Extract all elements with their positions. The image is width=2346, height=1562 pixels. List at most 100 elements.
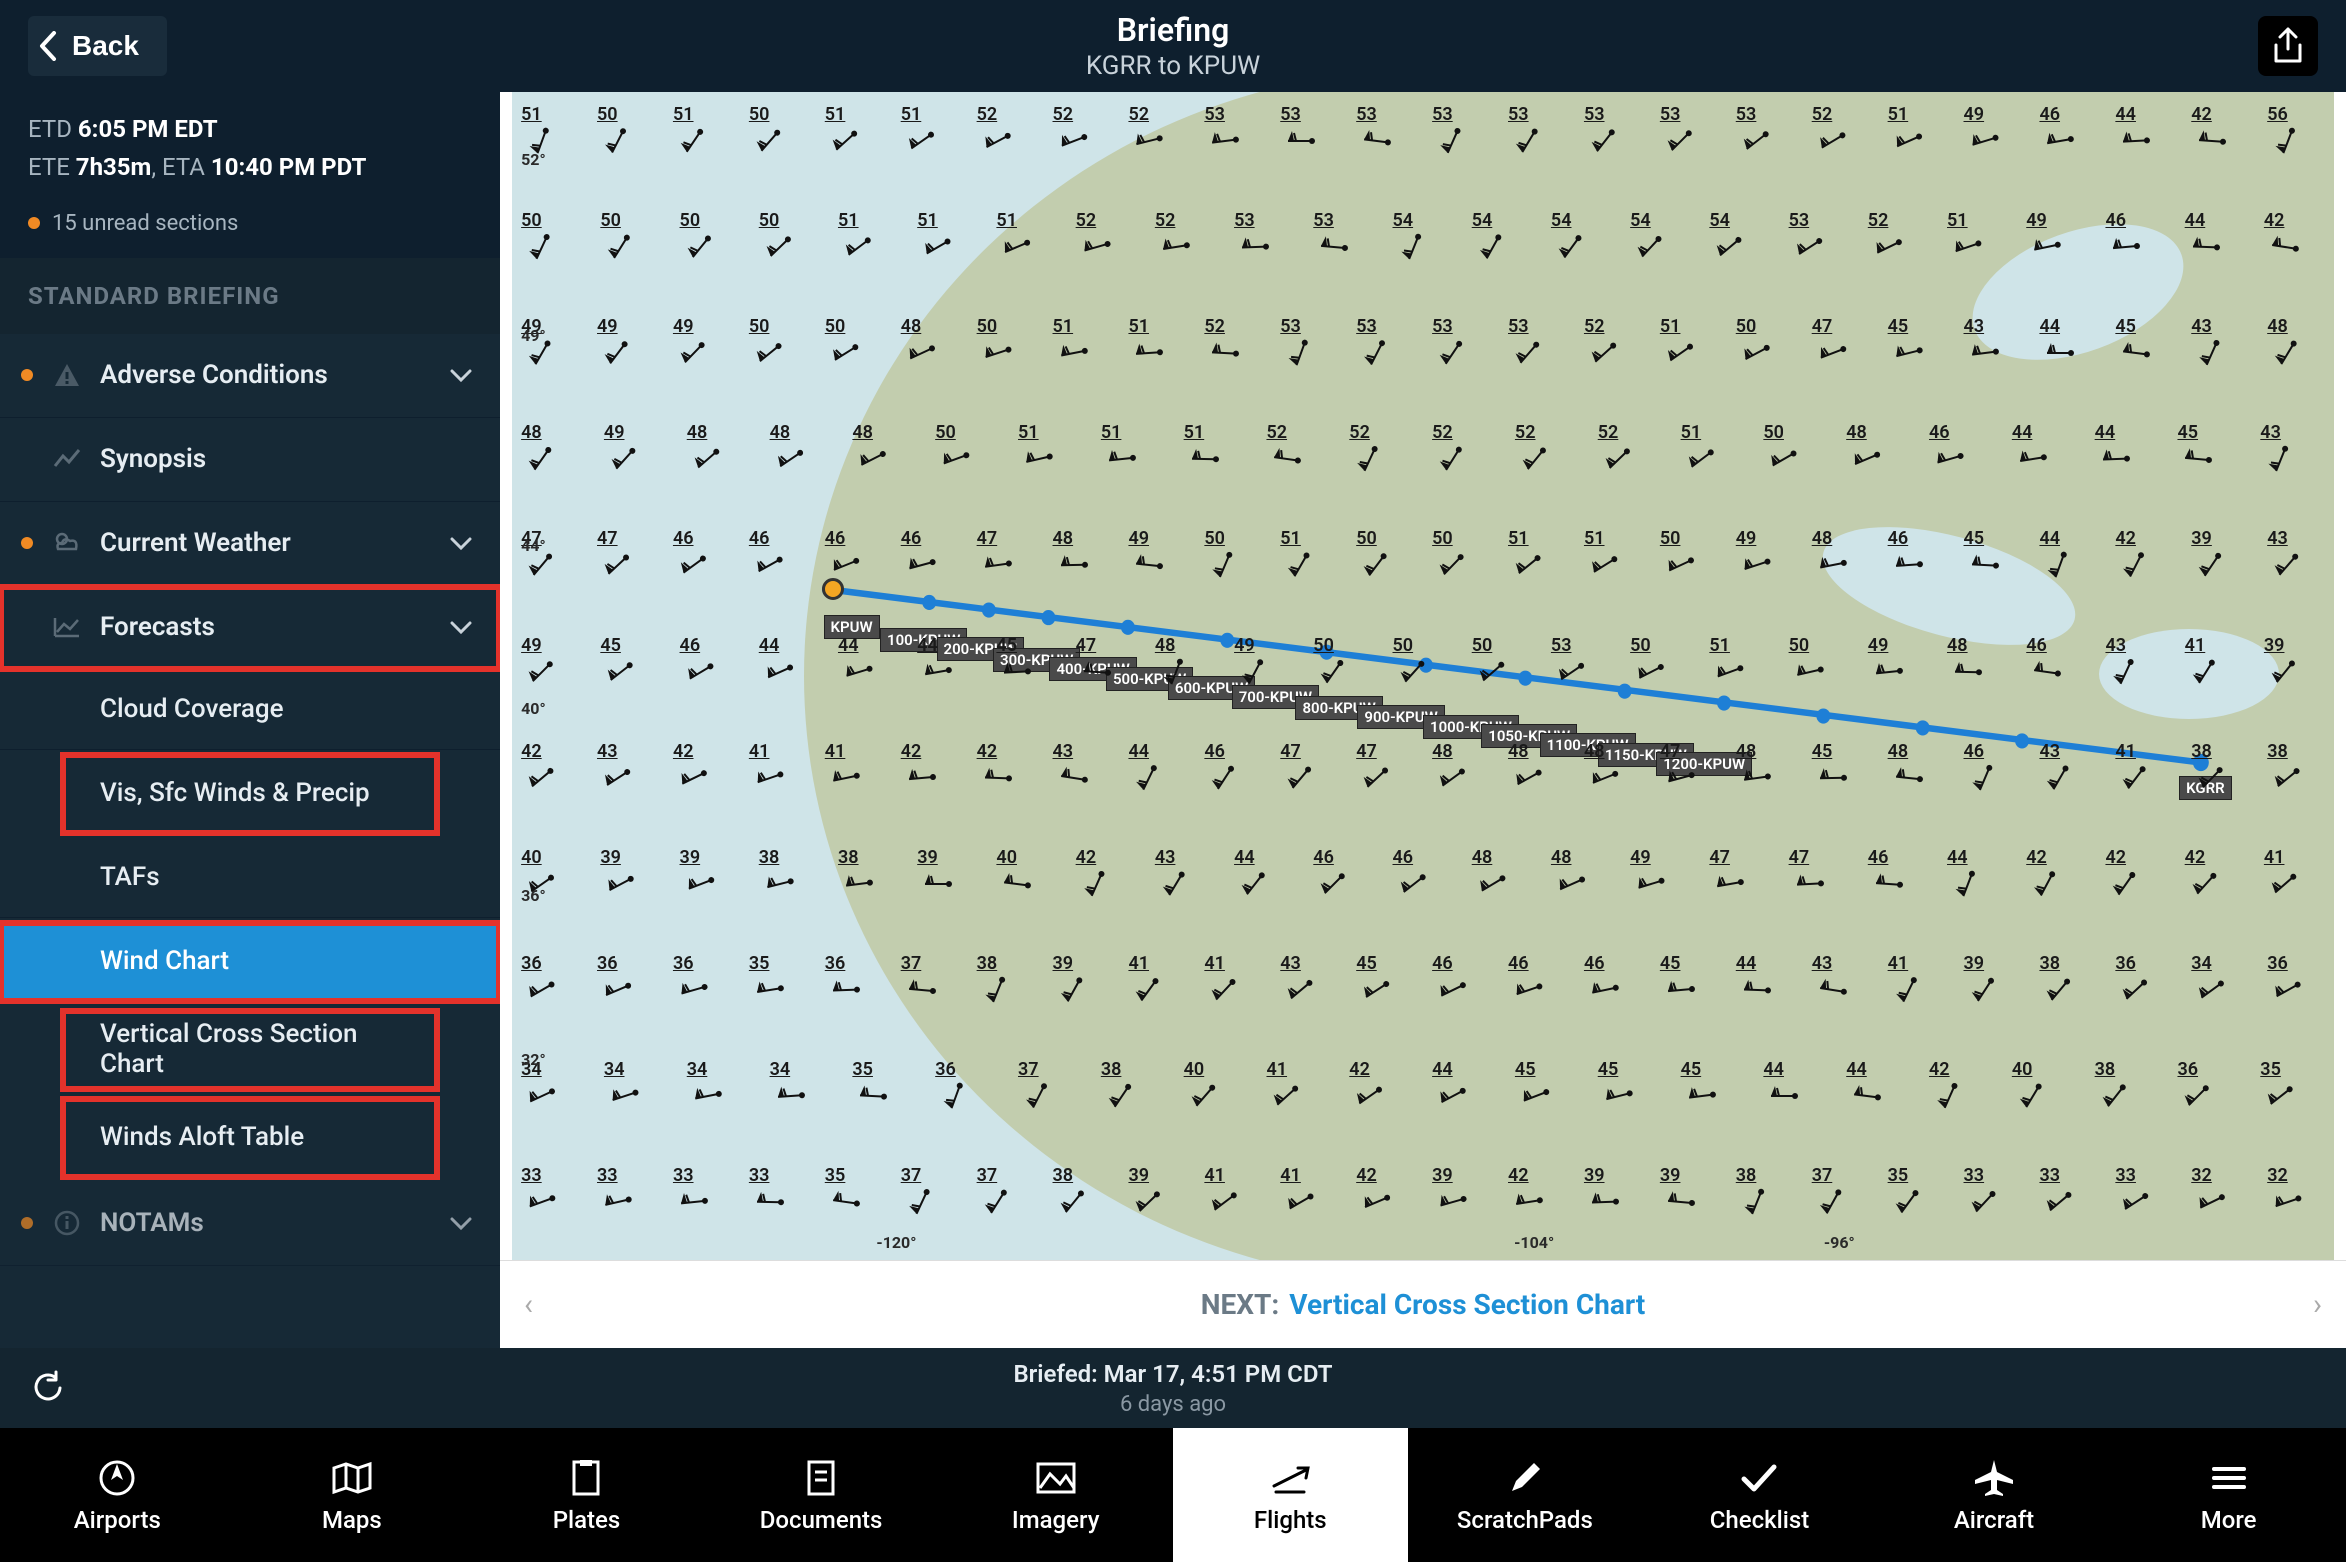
wind-barb: 40 bbox=[2012, 1059, 2033, 1080]
wind-chart-map[interactable]: KPUW 100-KPUW 200-KPUW 300-KPUW 400-KPUW… bbox=[500, 92, 2346, 1260]
wind-barb: 37 bbox=[1018, 1059, 1039, 1080]
wind-barb: 44 bbox=[1763, 1059, 1784, 1080]
wind-barb: 54 bbox=[1472, 210, 1493, 231]
wind-barb: 44 bbox=[1234, 847, 1255, 868]
wind-barb: 39 bbox=[1053, 953, 1074, 974]
tab-aircraft[interactable]: Aircraft bbox=[1877, 1428, 2112, 1562]
wind-barb: 50 bbox=[1660, 528, 1681, 549]
sub-winds-aloft-table[interactable]: Winds Aloft Table bbox=[62, 1098, 438, 1178]
tab-airports[interactable]: Airports bbox=[0, 1428, 235, 1562]
wind-barb: 46 bbox=[1868, 847, 1889, 868]
wind-barb: 46 bbox=[2026, 635, 2047, 656]
wind-barb: 50 bbox=[1472, 635, 1493, 656]
wind-barb: 46 bbox=[2105, 210, 2126, 231]
wind-barb: 52 bbox=[1155, 210, 1176, 231]
wind-barb: 49 bbox=[673, 316, 694, 337]
wind-barb: 36 bbox=[673, 953, 694, 974]
wind-barb: 42 bbox=[2105, 847, 2126, 868]
wind-barb: 51 bbox=[917, 210, 938, 231]
tab-more[interactable]: More bbox=[2111, 1428, 2346, 1562]
tab-imagery[interactable]: Imagery bbox=[938, 1428, 1173, 1562]
tab-checklist[interactable]: Checklist bbox=[1642, 1428, 1877, 1562]
wind-barb: 41 bbox=[2264, 847, 2285, 868]
warning-icon bbox=[50, 362, 84, 388]
wind-barb: 45 bbox=[1356, 953, 1377, 974]
documents-icon bbox=[803, 1456, 839, 1500]
wind-barb: 45 bbox=[2177, 422, 2198, 443]
sub-vis-sfc-winds[interactable]: Vis, Sfc Winds & Precip bbox=[62, 754, 438, 834]
wind-barb: 42 bbox=[521, 741, 542, 762]
lat-label: 40° bbox=[521, 699, 546, 718]
sub-vertical-cross-section[interactable]: Vertical Cross Section Chart bbox=[62, 1010, 438, 1090]
wind-barb: 46 bbox=[673, 528, 694, 549]
wind-barb: 49 bbox=[1964, 104, 1985, 125]
wind-barb: 54 bbox=[1393, 210, 1414, 231]
unread-sections[interactable]: 15 unread sections bbox=[0, 197, 500, 258]
chevron-right-icon[interactable]: › bbox=[2313, 1287, 2322, 1322]
compass-icon bbox=[97, 1456, 137, 1500]
wind-barb: 51 bbox=[1128, 316, 1149, 337]
tab-maps[interactable]: Maps bbox=[235, 1428, 470, 1562]
wind-barb: 53 bbox=[1584, 104, 1605, 125]
wind-barb: 51 bbox=[1101, 422, 1122, 443]
wind-barb: 39 bbox=[1584, 1165, 1605, 1186]
wind-barb: 38 bbox=[2095, 1059, 2116, 1080]
wind-barb: 53 bbox=[1234, 210, 1255, 231]
menu-icon bbox=[2210, 1456, 2248, 1500]
wind-barb: 48 bbox=[1155, 635, 1176, 656]
sub-tafs[interactable]: TAFs bbox=[0, 838, 500, 918]
wind-barb: 50 bbox=[1356, 528, 1377, 549]
nav-current-weather[interactable]: Current Weather bbox=[0, 502, 500, 586]
wind-barb: 52 bbox=[1515, 422, 1536, 443]
wind-barb: 44 bbox=[2115, 104, 2136, 125]
share-button[interactable] bbox=[2258, 16, 2318, 76]
wind-barb: 36 bbox=[935, 1059, 956, 1080]
lon-label: -104° bbox=[1514, 1233, 1554, 1252]
wind-barb: 36 bbox=[825, 953, 846, 974]
wind-barb: 54 bbox=[1709, 210, 1730, 231]
unread-dot-icon bbox=[21, 369, 33, 381]
imagery-icon bbox=[1034, 1456, 1078, 1500]
wind-barb: 43 bbox=[2105, 635, 2126, 656]
unread-dot-icon bbox=[28, 217, 40, 229]
wind-barb: 42 bbox=[977, 741, 998, 762]
back-button[interactable]: Back bbox=[28, 16, 167, 76]
nav-forecasts[interactable]: Forecasts bbox=[0, 586, 500, 670]
flights-icon bbox=[1268, 1456, 1312, 1500]
wind-barb: 46 bbox=[749, 528, 770, 549]
lat-label: 49° bbox=[521, 326, 546, 345]
wind-barb: 54 bbox=[1630, 210, 1651, 231]
chevron-left-icon[interactable]: ‹ bbox=[524, 1287, 533, 1322]
wind-barb: 51 bbox=[996, 210, 1017, 231]
wind-barb: 53 bbox=[1432, 104, 1453, 125]
tab-documents[interactable]: Documents bbox=[704, 1428, 939, 1562]
wind-barb: 51 bbox=[1584, 528, 1605, 549]
tab-flights[interactable]: Flights bbox=[1173, 1428, 1408, 1562]
sub-wind-chart[interactable]: Wind Chart bbox=[0, 922, 500, 1002]
refresh-icon bbox=[30, 1370, 66, 1406]
wind-barb: 49 bbox=[1128, 528, 1149, 549]
tab-plates[interactable]: Plates bbox=[469, 1428, 704, 1562]
nav-synopsis[interactable]: Synopsis bbox=[0, 418, 500, 502]
wind-barb: 52 bbox=[1868, 210, 1889, 231]
tab-scratchpads[interactable]: ScratchPads bbox=[1408, 1428, 1643, 1562]
next-section-bar[interactable]: ‹ NEXT: Vertical Cross Section Chart › bbox=[500, 1260, 2346, 1348]
wind-barb: 39 bbox=[1432, 1165, 1453, 1186]
sub-cloud-coverage[interactable]: Cloud Coverage bbox=[0, 670, 500, 750]
wind-barb: 34 bbox=[2191, 953, 2212, 974]
wind-barb: 53 bbox=[1313, 210, 1334, 231]
wind-barb: 51 bbox=[1681, 422, 1702, 443]
lon-label: -120° bbox=[876, 1233, 916, 1252]
nav-notams[interactable]: NOTAMs bbox=[0, 1182, 500, 1266]
chevron-left-icon bbox=[38, 31, 60, 61]
wind-barb: 48 bbox=[1472, 847, 1493, 868]
wind-barb: 43 bbox=[1280, 953, 1301, 974]
wind-barb: 46 bbox=[1888, 528, 1909, 549]
flight-info: ETD 6:05 PM EDT ETE 7h35m, ETA 10:40 PM … bbox=[0, 92, 500, 197]
chevron-down-icon bbox=[450, 528, 472, 558]
refresh-button[interactable] bbox=[24, 1364, 72, 1412]
nav-adverse-conditions[interactable]: Adverse Conditions bbox=[0, 334, 500, 418]
wind-barb: 46 bbox=[2039, 104, 2060, 125]
wind-barb: 53 bbox=[1508, 104, 1529, 125]
wind-barb: 50 bbox=[1736, 316, 1757, 337]
